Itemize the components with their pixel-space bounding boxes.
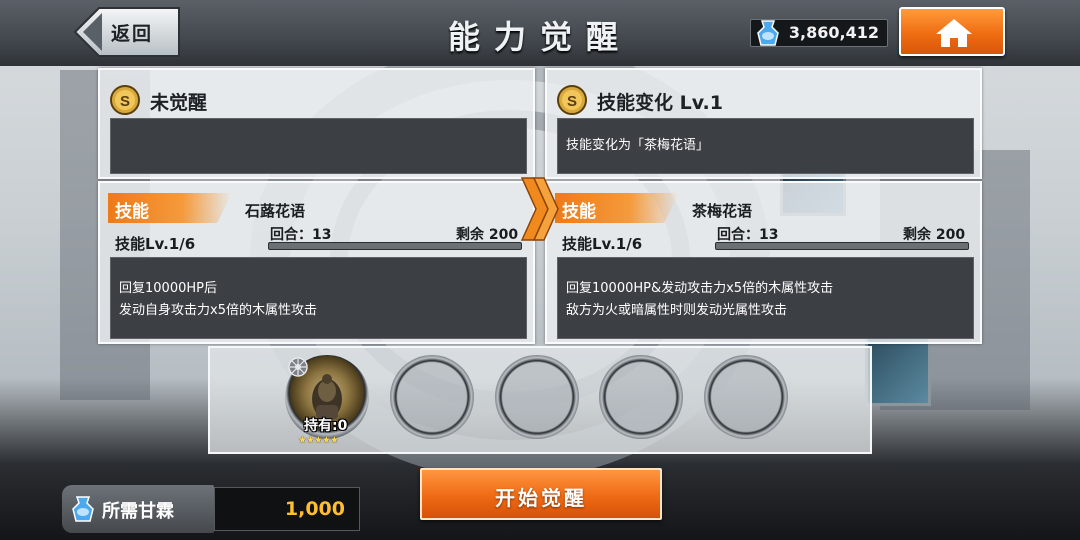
gem-potion-icon [72,496,94,522]
svg-text:S: S [120,93,130,110]
material-slot-4[interactable] [599,355,683,439]
start-awakening-button[interactable]: 开始觉醒 [420,468,662,520]
skill-coin-icon: S [110,85,140,115]
right-description-line-1: 回复10000HP&发动攻击力x5倍的木属性攻击 [566,281,834,296]
awakening-screen: 返回 能力觉醒 3,860,412 S 未觉醒 S 技能变化 Lv.1 技能变化… [0,0,1080,540]
required-cost-value: 1,000 [214,487,360,531]
left-description-line-2: 发动自身攻击力x5倍的木属性攻击 [119,303,317,318]
right-cooldown-bar [715,242,969,250]
right-status-title: 技能变化 Lv.1 [597,92,723,114]
left-turns: 回合：13 [270,227,332,243]
left-skill-tag-label: 技能 [115,202,149,222]
material-slot-5[interactable] [704,355,788,439]
required-cost-label: 所需甘霖 [62,485,214,533]
owned-count: 持有:0 [304,418,348,434]
required-label-text: 所需甘霖 [102,501,174,522]
currency-value: 3,860,412 [788,23,879,42]
right-status-box: 技能变化为「茶梅花语」 [557,118,974,174]
right-skill-description: 回复10000HP&发动攻击力x5倍的木属性攻击 敌方为火或暗属性时则发动光属性… [557,257,974,339]
svg-text:S: S [567,93,577,110]
settings-gear-icon [288,357,308,377]
right-skill-name: 茶梅花语 [692,202,753,220]
home-button[interactable] [899,7,1005,56]
left-remaining: 剩余 200 [456,227,519,243]
right-description-line-2: 敌方为火或暗属性时则发动光属性攻击 [566,303,788,318]
required-value-text: 1,000 [284,498,345,520]
material-slot-3[interactable] [495,355,579,439]
currency-display: 3,860,412 [750,19,888,47]
home-icon [936,19,972,47]
right-turns: 回合：13 [717,227,779,243]
left-cooldown-bar [268,242,522,250]
material-slot-2[interactable] [390,355,474,439]
gem-potion-icon [757,20,779,46]
right-status-text: 技能变化为「茶梅花语」 [566,138,710,153]
right-skill-tag-label: 技能 [562,202,596,222]
left-description-line-1: 回复10000HP后 [119,281,217,296]
left-skill-name: 石蕗花语 [245,202,306,220]
left-status-title: 未觉醒 [150,92,208,114]
right-skill-panel: 技能 茶梅花语 技能Lv.1/6 回合：13 剩余 200 回复10000HP&… [545,181,982,344]
left-skill-description: 回复10000HP后 发动自身攻击力x5倍的木属性攻击 [110,257,527,339]
right-status-panel: S 技能变化 Lv.1 技能变化为「茶梅花语」 [545,68,982,179]
rarity-stars: ★★★★★ [298,435,339,446]
left-skill-level: 技能Lv.1/6 [115,235,196,253]
double-chevron-icon [520,177,559,241]
start-awakening-label: 开始觉醒 [495,486,587,510]
left-skill-tag: 技能 [108,193,232,223]
left-status-box [110,118,527,174]
right-skill-level: 技能Lv.1/6 [562,235,643,253]
right-remaining: 剩余 200 [903,227,966,243]
left-status-panel: S 未觉醒 [98,68,535,179]
skill-coin-icon: S [557,85,587,115]
left-skill-panel: 技能 石蕗花语 技能Lv.1/6 回合：13 剩余 200 回复10000HP后… [98,181,535,344]
right-skill-tag: 技能 [555,193,679,223]
top-bar: 返回 能力觉醒 3,860,412 [0,0,1080,66]
